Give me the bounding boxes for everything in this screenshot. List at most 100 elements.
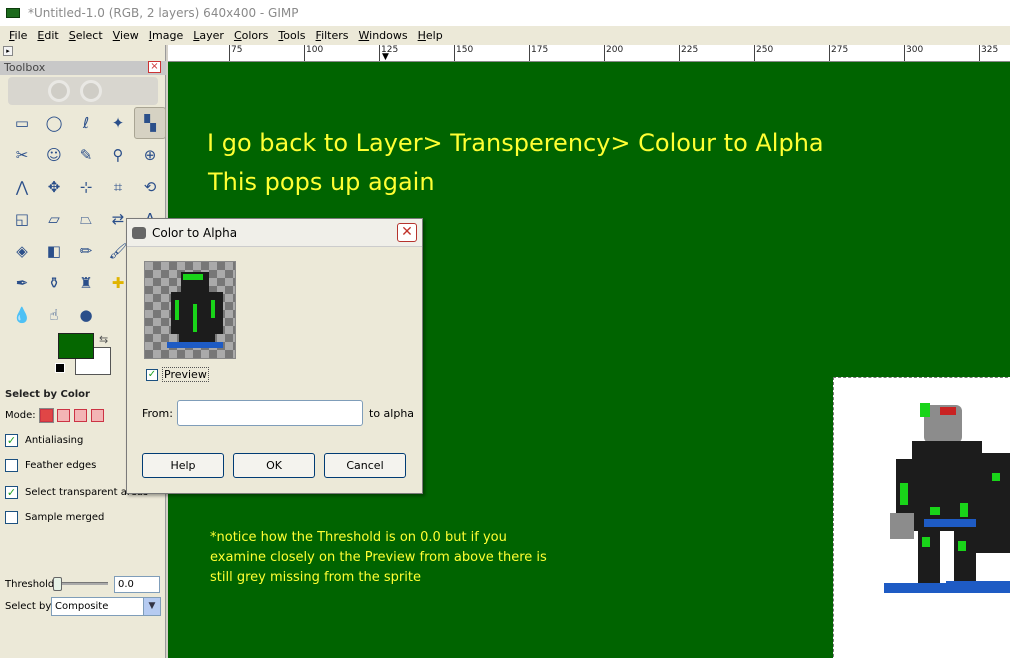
ruler-label: 200: [604, 45, 623, 61]
window-titlebar: *Untitled-1.0 (RGB, 2 layers) 640x400 - …: [0, 0, 1010, 26]
chevron-down-icon[interactable]: ▼: [143, 598, 160, 615]
to-alpha-label: to alpha: [369, 407, 415, 420]
horizontal-ruler[interactable]: 25 50 75 100 125 150 175 200 225 250 275…: [168, 45, 1010, 62]
scale-tool-icon[interactable]: ◱: [6, 203, 38, 235]
select-by-value: Composite: [55, 601, 109, 612]
foreground-color-swatch[interactable]: [58, 333, 94, 359]
dodge-burn-tool-icon[interactable]: ●: [70, 299, 102, 331]
dialog-title: Color to Alpha: [152, 225, 238, 240]
color-swatches: ⇆: [55, 333, 115, 375]
ink-tool-icon[interactable]: ⚱: [38, 267, 70, 299]
navigate-corner-icon[interactable]: ▸: [3, 46, 13, 56]
sprite-layer[interactable]: [833, 377, 1010, 658]
menu-select[interactable]: Select: [64, 29, 108, 42]
antialiasing-label: Antialiasing: [25, 435, 84, 446]
color-picker-tool-icon[interactable]: ⚲: [102, 139, 134, 171]
select-by-combo[interactable]: Composite ▼: [51, 597, 161, 616]
annotation-line-2: This pops up again: [208, 168, 435, 196]
ruler-pointer-marker: ▼: [382, 52, 389, 62]
feather-edges-label: Feather edges: [25, 460, 97, 471]
antialiasing-checkbox[interactable]: ✓: [5, 434, 18, 447]
menu-tools[interactable]: Tools: [273, 29, 310, 42]
ruler-label: 175: [529, 45, 548, 61]
preview-thumbnail: [144, 261, 236, 359]
note-line-2: examine closely on the Preview from abov…: [210, 550, 547, 565]
menu-view[interactable]: View: [108, 29, 144, 42]
preview-label: Preview: [162, 367, 209, 382]
menu-colors[interactable]: Colors: [229, 29, 273, 42]
threshold-slider-track[interactable]: [55, 582, 108, 585]
fuzzy-select-tool-icon[interactable]: ✦: [102, 107, 134, 139]
select-by-color-tool-icon[interactable]: ▚: [134, 107, 166, 139]
toolbox-title: Toolbox: [0, 61, 166, 75]
sample-merged-checkbox[interactable]: [5, 511, 18, 524]
preview-checkbox-row[interactable]: ✓ Preview: [146, 367, 209, 382]
shear-tool-icon[interactable]: ▱: [38, 203, 70, 235]
from-color-button[interactable]: [177, 400, 363, 426]
move-tool-icon[interactable]: ✥: [38, 171, 70, 203]
threshold-slider-knob[interactable]: [53, 577, 62, 591]
scissors-tool-icon[interactable]: ✂: [6, 139, 38, 171]
cancel-button[interactable]: Cancel: [324, 453, 406, 478]
menubar: File Edit Select View Image Layer Colors…: [0, 26, 1010, 45]
menu-file[interactable]: File: [4, 29, 32, 42]
ruler-label: 300: [904, 45, 923, 61]
menu-edit[interactable]: Edit: [32, 29, 63, 42]
threshold-spinbox[interactable]: 0.0: [114, 576, 160, 593]
rotate-tool-icon[interactable]: ⟲: [134, 171, 166, 203]
airbrush-tool-icon[interactable]: ✒: [6, 267, 38, 299]
pencil-tool-icon[interactable]: ✏: [70, 235, 102, 267]
ruler-label: 75: [229, 45, 242, 61]
default-colors-icon[interactable]: [55, 363, 65, 373]
blend-tool-icon[interactable]: ◧: [38, 235, 70, 267]
ellipse-select-tool-icon[interactable]: ◯: [38, 107, 70, 139]
note-line-3: still grey missing from the sprite: [210, 570, 421, 585]
preview-checkbox[interactable]: ✓: [146, 368, 158, 381]
mode-subtract-icon[interactable]: [73, 409, 87, 422]
smudge-tool-icon[interactable]: ☝: [38, 299, 70, 331]
rect-select-tool-icon[interactable]: ▭: [6, 107, 38, 139]
mode-replace-icon[interactable]: [38, 408, 54, 423]
sample-merged-label: Sample merged: [25, 512, 105, 523]
ok-button[interactable]: OK: [233, 453, 315, 478]
help-button[interactable]: Help: [142, 453, 224, 478]
align-tool-icon[interactable]: ⊹: [70, 171, 102, 203]
menu-help[interactable]: Help: [413, 29, 448, 42]
ruler-label: 250: [754, 45, 773, 61]
foreground-select-tool-icon[interactable]: ☺: [38, 139, 70, 171]
toolbox-close-icon[interactable]: ×: [148, 61, 161, 73]
wilber-logo: [8, 77, 158, 105]
feather-edges-checkbox[interactable]: [5, 459, 18, 472]
mode-add-icon[interactable]: [56, 409, 70, 422]
zoom-tool-icon[interactable]: ⊕: [134, 139, 166, 171]
dialog-titlebar: Color to Alpha: [127, 219, 422, 247]
free-select-tool-icon[interactable]: ℓ: [70, 107, 102, 139]
swap-colors-icon[interactable]: ⇆: [99, 333, 108, 346]
blur-tool-icon[interactable]: 💧: [6, 299, 38, 331]
antialiasing-row[interactable]: ✓ Antialiasing: [5, 434, 83, 447]
robot-sprite: [884, 403, 1010, 613]
dialog-close-icon[interactable]: ✕: [397, 223, 417, 242]
menu-image[interactable]: Image: [144, 29, 188, 42]
sample-merged-row[interactable]: Sample merged: [5, 511, 104, 524]
gimp-dialog-icon: [132, 226, 146, 239]
paths-tool-icon[interactable]: ✎: [70, 139, 102, 171]
mode-label: Mode:: [5, 410, 36, 421]
clone-tool-icon[interactable]: ♜: [70, 267, 102, 299]
crop-tool-icon[interactable]: ⌗: [102, 171, 134, 203]
annotation-line-1: I go back to Layer> Transperency> Colour…: [207, 129, 824, 157]
mode-intersect-icon[interactable]: [90, 409, 104, 422]
select-transparent-checkbox[interactable]: ✓: [5, 486, 18, 499]
menu-filters[interactable]: Filters: [311, 29, 354, 42]
menu-windows[interactable]: Windows: [354, 29, 413, 42]
feather-row[interactable]: Feather edges: [5, 459, 96, 472]
window-title: *Untitled-1.0 (RGB, 2 layers) 640x400 - …: [28, 6, 299, 20]
ruler-label: 100: [304, 45, 323, 61]
threshold-label: Threshold:: [5, 579, 58, 590]
bucket-fill-tool-icon[interactable]: ◈: [6, 235, 38, 267]
measure-tool-icon[interactable]: ⋀: [6, 171, 38, 203]
menu-layer[interactable]: Layer: [188, 29, 229, 42]
perspective-tool-icon[interactable]: ⏢: [70, 203, 102, 235]
ruler-label: 325: [979, 45, 998, 61]
mode-row: Mode:: [5, 408, 104, 423]
